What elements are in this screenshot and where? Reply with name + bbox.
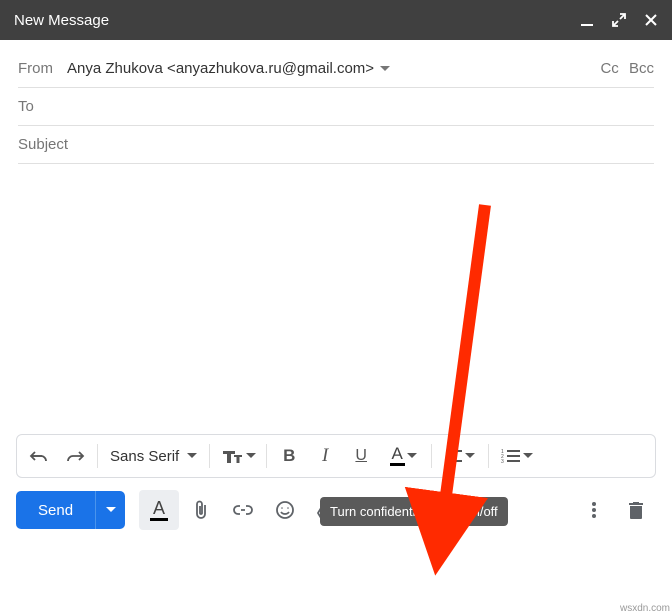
header-title: New Message [14, 12, 580, 29]
compose-header: New Message [0, 0, 672, 40]
bcc-button[interactable]: Bcc [629, 60, 654, 77]
to-row[interactable]: To [18, 88, 654, 126]
from-dropdown-icon [380, 66, 390, 72]
send-button[interactable]: Send [16, 491, 95, 529]
chevron-down-icon [465, 453, 475, 459]
to-label: To [18, 98, 34, 115]
minimize-icon[interactable] [580, 13, 594, 27]
redo-button[interactable] [57, 438, 93, 474]
formatting-toggle-button[interactable]: A [139, 490, 179, 530]
separator [209, 444, 210, 468]
send-options-button[interactable] [95, 491, 125, 529]
undo-button[interactable] [21, 438, 57, 474]
insert-link-button[interactable] [223, 490, 263, 530]
message-body[interactable] [0, 164, 672, 434]
header-controls [580, 13, 658, 27]
font-name: Sans Serif [110, 448, 179, 465]
attach-file-button[interactable] [181, 490, 221, 530]
formatting-toolbar: Sans Serif B I U A 123 [16, 434, 656, 478]
align-button[interactable] [436, 438, 484, 474]
subject-input[interactable] [18, 136, 654, 153]
from-label: From [18, 60, 53, 77]
cc-button[interactable]: Cc [600, 60, 618, 77]
subject-row[interactable] [18, 126, 654, 164]
from-row: From Anya Zhukova <anyazhukova.ru@gmail.… [18, 50, 654, 88]
from-value[interactable]: Anya Zhukova <anyazhukova.ru@gmail.com> [67, 60, 390, 77]
svg-text:3: 3 [501, 459, 504, 463]
send-group: Send [16, 491, 125, 529]
italic-button[interactable]: I [307, 438, 343, 474]
list-button[interactable]: 123 [493, 438, 541, 474]
close-icon[interactable] [644, 13, 658, 27]
watermark: wsxdn.com [620, 603, 670, 614]
separator [97, 444, 98, 468]
bold-button[interactable]: B [271, 438, 307, 474]
more-options-button[interactable] [574, 490, 614, 530]
cc-bcc-group: Cc Bcc [594, 60, 654, 77]
discard-draft-button[interactable] [616, 490, 656, 530]
expand-icon[interactable] [612, 13, 626, 27]
insert-emoji-button[interactable] [265, 490, 305, 530]
separator [431, 444, 432, 468]
font-selector[interactable]: Sans Serif [102, 438, 205, 474]
underline-button[interactable]: U [343, 438, 379, 474]
fields: From Anya Zhukova <anyazhukova.ru@gmail.… [0, 40, 672, 164]
chevron-down-icon [187, 453, 197, 459]
tooltip: Turn confidential mode on/off [320, 497, 508, 526]
text-color-button[interactable]: A [379, 438, 427, 474]
format-A-glyph: A [150, 499, 168, 521]
font-size-button[interactable] [214, 438, 262, 474]
chevron-down-icon [246, 453, 256, 459]
separator [488, 444, 489, 468]
from-address: Anya Zhukova <anyazhukova.ru@gmail.com> [67, 60, 374, 77]
chevron-down-icon [407, 453, 417, 459]
separator [266, 444, 267, 468]
chevron-down-icon [523, 453, 533, 459]
